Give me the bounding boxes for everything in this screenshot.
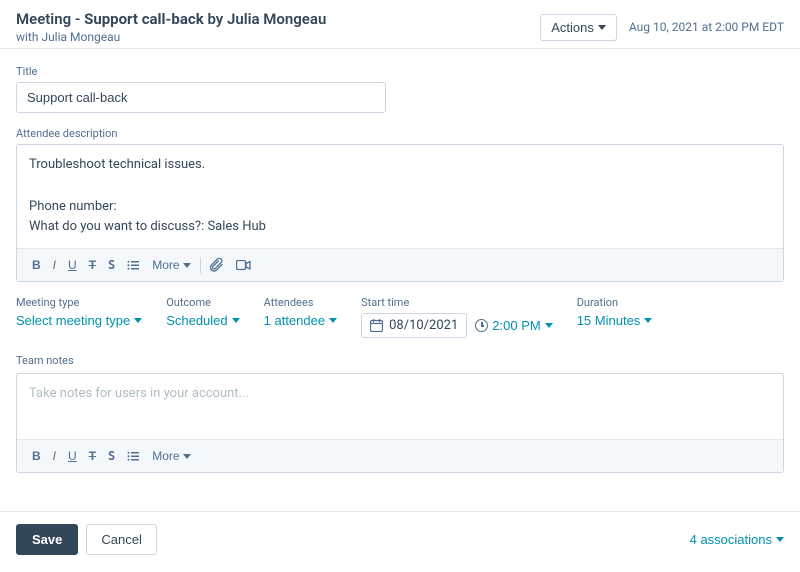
attendees-value: 1 attendee <box>264 313 325 328</box>
attendee-rich-text-area: Troubleshoot technical issues. Phone num… <box>16 144 784 282</box>
meeting-type-chevron-icon <box>134 318 142 323</box>
calendar-icon <box>370 319 383 332</box>
code-button[interactable]: S <box>103 255 120 275</box>
attendees-chevron-icon <box>329 318 337 323</box>
duration-value: 15 Minutes <box>577 313 641 328</box>
attendee-line1: Troubleshoot technical issues. <box>29 157 205 172</box>
tn-code-button[interactable]: S <box>103 446 120 466</box>
content: Title Attendee description Troubleshoot … <box>0 49 800 503</box>
attachment-button[interactable] <box>205 255 229 275</box>
video-icon <box>236 260 251 271</box>
header-left: Meeting - Support call-back by Julia Mon… <box>16 10 326 44</box>
team-notes-toolbar: B I U T S <box>17 439 783 472</box>
footer-left: Save Cancel <box>16 524 157 555</box>
more-button-team-notes[interactable]: More <box>147 446 195 466</box>
modal-container: Meeting - Support call-back by Julia Mon… <box>0 0 800 567</box>
chevron-down-icon <box>598 25 606 30</box>
start-time-label: Start time <box>361 296 553 309</box>
outcome-dropdown[interactable]: Scheduled <box>166 313 239 328</box>
team-notes-content[interactable]: Take notes for users in your account... <box>17 374 783 439</box>
outcome-value: Scheduled <box>166 313 227 328</box>
tn-list-icon <box>127 450 140 463</box>
title-input[interactable] <box>16 82 386 113</box>
time-dropdown[interactable]: 2:00 PM <box>475 318 552 333</box>
meeting-type-value: Select meeting type <box>16 313 130 328</box>
meeting-type-dropdown[interactable]: Select meeting type <box>16 313 142 328</box>
more-chevron-icon <box>183 263 191 268</box>
underline-button[interactable]: U <box>63 255 82 275</box>
tn-more-chevron-icon <box>183 454 191 459</box>
title-bold: Support call-back <box>84 10 204 28</box>
more-button-attendee[interactable]: More <box>147 255 195 275</box>
tn-underline-button[interactable]: U <box>63 446 82 466</box>
date-picker[interactable]: 08/10/2021 <box>361 313 467 338</box>
start-time-field: Start time 08/10/2021 2:00 PM <box>361 296 553 338</box>
associations-chevron-icon <box>776 537 784 542</box>
title-suffix: by Julia Mongeau <box>204 10 327 28</box>
strikethrough-button[interactable]: T <box>84 255 101 275</box>
actions-button[interactable]: Actions <box>540 14 617 41</box>
attendee-field-group: Attendee description Troubleshoot techni… <box>16 127 784 282</box>
attendees-label: Attendees <box>264 296 337 309</box>
duration-label: Duration <box>577 296 653 309</box>
attendee-label: Attendee description <box>16 127 784 140</box>
toolbar-separator <box>200 257 201 273</box>
title-label: Title <box>16 65 784 78</box>
duration-dropdown[interactable]: 15 Minutes <box>577 313 653 328</box>
clock-icon <box>475 319 488 332</box>
tn-bold-button[interactable]: B <box>27 446 46 466</box>
header-title: Meeting - Support call-back by Julia Mon… <box>16 10 326 28</box>
meeting-type-field: Meeting type Select meeting type <box>16 296 142 328</box>
attendee-line3: Phone number: <box>29 199 117 214</box>
list-button[interactable] <box>122 256 145 275</box>
attendees-dropdown[interactable]: 1 attendee <box>264 313 337 328</box>
date-value: 08/10/2021 <box>389 318 458 333</box>
outcome-field: Outcome Scheduled <box>166 296 239 328</box>
tn-list-button[interactable] <box>122 447 145 466</box>
attachment-icon <box>210 258 224 272</box>
cancel-button[interactable]: Cancel <box>86 524 156 555</box>
tn-italic-button[interactable]: I <box>48 446 61 466</box>
associations-button[interactable]: 4 associations <box>690 532 784 547</box>
duration-chevron-icon <box>644 318 652 323</box>
bold-button[interactable]: B <box>27 255 46 275</box>
team-notes-label: Team notes <box>16 354 784 367</box>
associations-label: 4 associations <box>690 532 772 547</box>
attendees-field: Attendees 1 attendee <box>264 296 337 328</box>
header-right: Actions Aug 10, 2021 at 2:00 PM EDT <box>540 14 784 41</box>
actions-label: Actions <box>551 20 594 35</box>
time-value: 2:00 PM <box>492 318 540 333</box>
save-button[interactable]: Save <box>16 524 78 555</box>
timestamp: Aug 10, 2021 at 2:00 PM EDT <box>629 20 784 34</box>
outcome-label: Outcome <box>166 296 239 309</box>
footer: Save Cancel 4 associations <box>0 511 800 567</box>
video-button[interactable] <box>231 257 256 274</box>
team-notes-rich-text-area: Take notes for users in your account... … <box>16 373 784 473</box>
header-subtitle: with Julia Mongeau <box>16 30 326 44</box>
italic-button[interactable]: I <box>48 255 61 275</box>
list-icon <box>127 259 140 272</box>
team-notes-field-group: Team notes Take notes for users in your … <box>16 354 784 473</box>
duration-field: Duration 15 Minutes <box>577 296 653 328</box>
header: Meeting - Support call-back by Julia Mon… <box>0 0 800 49</box>
meeting-fields-row: Meeting type Select meeting type Outcome… <box>16 296 784 338</box>
title-prefix: Meeting - <box>16 10 84 28</box>
time-chevron-icon <box>545 323 553 328</box>
outcome-chevron-icon <box>232 318 240 323</box>
attendee-content[interactable]: Troubleshoot technical issues. Phone num… <box>17 145 783 248</box>
team-notes-placeholder: Take notes for users in your account... <box>29 386 249 401</box>
tn-strikethrough-button[interactable]: T <box>84 446 101 466</box>
attendee-line4: What do you want to discuss?: Sales Hub <box>29 219 266 234</box>
title-field-group: Title <box>16 65 784 113</box>
attendee-toolbar: B I U T S <box>17 248 783 281</box>
meeting-type-label: Meeting type <box>16 296 142 309</box>
